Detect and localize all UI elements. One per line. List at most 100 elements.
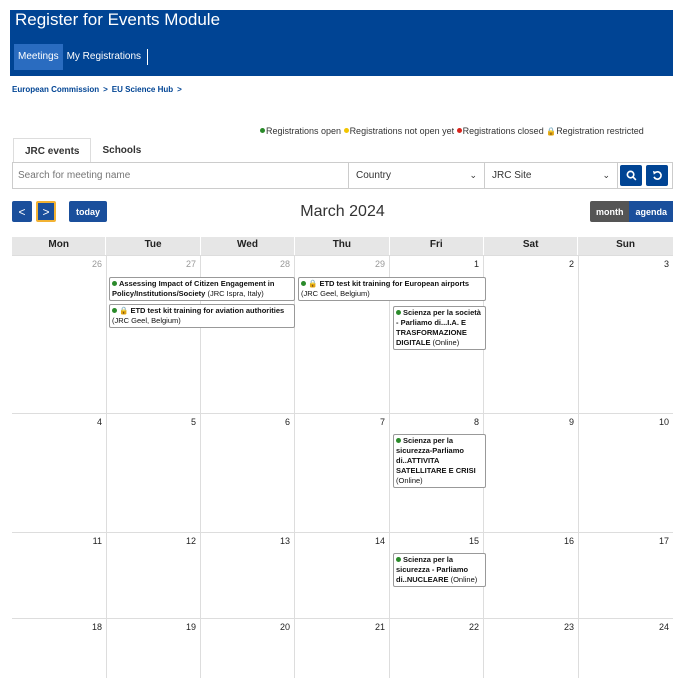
day-cell[interactable]: 20 [201,619,295,678]
search-icon [626,170,636,181]
day-number: 23 [563,622,574,632]
app-title: Register for Events Module [15,10,221,29]
day-cell[interactable]: 21 [295,619,390,678]
event-scienza-satellitare[interactable]: Scienza per la sicurezza-Parliamo di..AT… [393,434,486,488]
day-number: 5 [190,417,196,427]
event-title: ETD test kit training for European airpo… [319,279,470,288]
day-number: 16 [563,536,574,546]
open-dot-icon [396,310,401,315]
event-location: (Online) [432,338,460,347]
today-button[interactable]: today [69,201,108,222]
lock-icon: 🔒 [119,306,129,315]
jrc-site-select-value: JRC Site [492,170,532,181]
day-number: 6 [284,417,290,427]
nav-tab-my-registrations[interactable]: My Registrations [63,44,145,70]
day-number: 9 [568,417,574,427]
day-number: 27 [185,259,196,269]
tab-jrc-events[interactable]: JRC events [13,138,92,163]
meeting-search-input[interactable] [13,163,349,188]
calendar-week: 11 12 13 14 15 16 17 Scienza per la sicu… [12,532,673,618]
event-location: (JRC Ispra, Italy) [207,289,264,298]
open-dot-icon [112,281,117,286]
day-cell[interactable]: 11 [12,533,107,618]
breadcrumb-european-commission[interactable]: European Commission [12,85,99,94]
day-cell[interactable]: 16 [484,533,579,618]
day-cell[interactable]: 14 [295,533,390,618]
day-cell[interactable]: 9 [484,414,579,532]
day-number: 21 [374,622,385,632]
calendar-header: Mon Tue Wed Thu Fri Sat Sun [12,237,673,255]
day-cell[interactable]: 3 [579,256,673,413]
day-header: Fri [390,237,484,255]
day-cell[interactable]: 17 [579,533,673,618]
prev-month-button[interactable]: < [12,201,32,222]
day-cell[interactable]: 5 [107,414,201,532]
month-view-button[interactable]: month [589,201,630,222]
agenda-view-button[interactable]: agenda [629,201,673,222]
open-dot-icon [301,281,306,286]
day-cell[interactable]: 6 [201,414,295,532]
calendar-week: 4 5 6 7 8 9 10 Scienza per la sicurezza-… [12,413,673,532]
day-number: 26 [91,259,102,269]
event-tabs: JRC events Schools [13,138,152,163]
chevron-left-icon: < [18,204,26,219]
search-button[interactable] [620,165,642,186]
day-number: 24 [658,622,669,632]
day-header: Mon [12,237,107,255]
nav-tab-meetings[interactable]: Meetings [14,44,63,70]
day-number: 13 [279,536,290,546]
day-cell[interactable]: 18 [12,619,107,678]
country-select[interactable]: Country ⌄ [349,163,485,188]
day-cell[interactable]: 10 [579,414,673,532]
day-cell[interactable]: 7 [295,414,390,532]
day-number: 7 [379,417,385,427]
tab-schools[interactable]: Schools [91,138,152,163]
event-location: (Online) [450,575,478,584]
next-month-button[interactable]: > [36,201,56,222]
day-cell[interactable]: 4 [12,414,107,532]
day-cell[interactable]: 13 [201,533,295,618]
day-cell[interactable]: 12 [107,533,201,618]
day-cell[interactable]: 24 [579,619,673,678]
day-header: Wed [201,237,296,255]
day-number: 14 [374,536,385,546]
registration-legend: Registrations open Registrations not ope… [260,126,673,136]
day-header: Sun [616,239,635,250]
day-cell[interactable]: 22 [390,619,484,678]
day-number: 28 [279,259,290,269]
chevron-down-icon: ⌄ [469,170,477,180]
calendar-week: 26 27 28 29 1 2 3 Assessing Impact of Ci… [12,255,673,413]
day-cell[interactable]: 23 [484,619,579,678]
view-switcher: month agenda [589,201,673,222]
event-scienza-nucleare[interactable]: Scienza per la sicurezza - Parliamo di..… [393,553,486,587]
day-number: 20 [279,622,290,632]
day-number: 29 [374,259,385,269]
event-title: Scienza per la sicurezza-Parliamo di..AT… [396,436,476,475]
day-number: 12 [185,536,196,546]
event-scienza-ia[interactable]: Scienza per la società - Parliamo di...I… [393,306,486,350]
legend-open: Registrations open [266,126,342,136]
day-number: 1 [473,259,479,269]
main-nav: Meetings My Registrations [14,44,149,70]
open-dot-icon [396,438,401,443]
event-location: (JRC Geel, Belgium) [301,289,370,298]
day-cell[interactable]: 19 [107,619,201,678]
jrc-site-select[interactable]: JRC Site ⌄ [485,163,618,188]
country-select-value: Country [356,170,392,181]
day-header: Sat [484,237,579,255]
day-cell[interactable]: 2 [484,256,579,413]
reset-button[interactable] [646,165,668,186]
day-cell[interactable]: 26 [12,256,107,413]
breadcrumb-eu-science-hub[interactable]: EU Science Hub [112,85,173,94]
lock-icon: 🔒 [546,127,557,136]
event-etd-aviation[interactable]: 🔒 ETD test kit training for aviation aut… [109,304,295,328]
legend-closed: Registrations closed [462,126,544,136]
event-assessing-impact[interactable]: Assessing Impact of Citizen Engagement i… [109,277,295,301]
day-number: 11 [92,536,102,546]
breadcrumb: European Commission > EU Science Hub > [12,85,182,94]
event-etd-airports[interactable]: 🔒 ETD test kit training for European air… [298,277,486,301]
month-title: March 2024 [300,203,385,220]
event-location: (Online) [396,476,423,485]
day-number: 22 [468,622,479,632]
legend-restricted: Registration restricted [556,126,644,136]
